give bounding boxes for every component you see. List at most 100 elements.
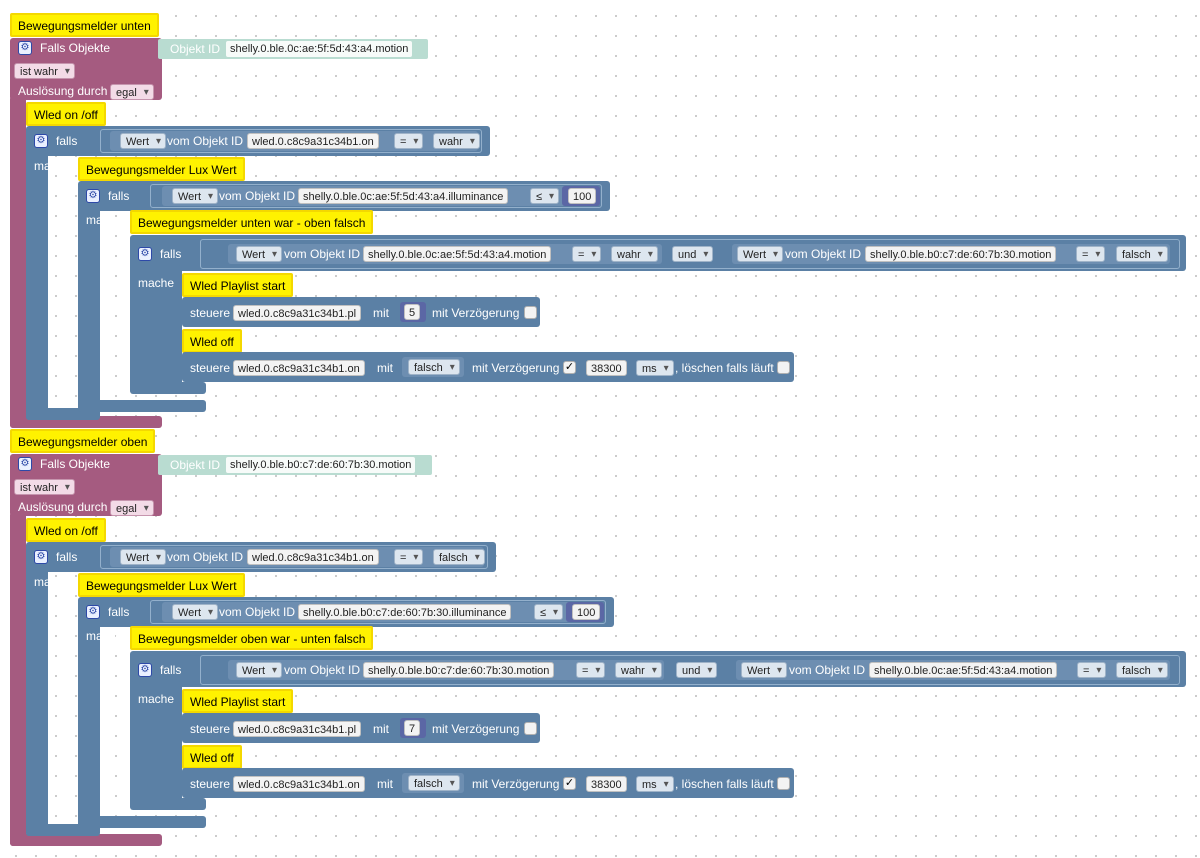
gear-icon[interactable]: ⚙: [86, 189, 100, 203]
vom-objekt-label: vom Objekt ID: [219, 189, 296, 203]
unit-dropdown[interactable]: ms: [636, 360, 674, 377]
falls-label: falls: [108, 605, 130, 619]
object-field[interactable]: shelly.0.ble.b0:c7:de:60:7b:30.motion: [865, 246, 1057, 262]
if-footer-2: [78, 816, 206, 828]
comment[interactable]: Wled on /off: [26, 518, 106, 542]
number-block[interactable]: 5: [400, 302, 426, 322]
object-id-block[interactable]: Objekt ID shelly.0.ble.0c:ae:5f:5d:43:a4…: [158, 39, 428, 59]
comment[interactable]: Bewegungsmelder oben: [10, 429, 156, 453]
gear-icon[interactable]: ⚙: [34, 550, 48, 564]
operator-dropdown[interactable]: =: [1076, 246, 1106, 263]
object-field[interactable]: wled.0.c8c9a31c34b1.pl: [233, 721, 362, 737]
comment[interactable]: Bewegungsmelder unten: [10, 13, 159, 37]
object-field[interactable]: shelly.0.ble.b0:c7:de:60:7b:30.motion: [363, 662, 555, 678]
delay-field[interactable]: 38300: [586, 360, 627, 376]
object-id-value[interactable]: shelly.0.ble.b0:c7:de:60:7b:30.motion: [226, 457, 416, 473]
object-field[interactable]: shelly.0.ble.0c:ae:5f:5d:43:a4.motion: [869, 662, 1058, 678]
vom-objekt-label: vom Objekt ID: [789, 663, 866, 677]
condition-dropdown[interactable]: ist wahr: [14, 479, 75, 496]
ausloesung-label: Auslösung durch: [18, 84, 108, 98]
value-dropdown[interactable]: Wert: [737, 246, 784, 263]
falls-label: falls: [108, 189, 130, 203]
delay-field[interactable]: 38300: [586, 776, 627, 792]
value-dropdown[interactable]: Wert: [120, 549, 167, 566]
object-field[interactable]: wled.0.c8c9a31c34b1.on: [233, 776, 365, 792]
mache-label: mache: [34, 575, 71, 589]
operator-dropdown[interactable]: =: [394, 133, 424, 150]
value-dropdown[interactable]: Wert: [172, 604, 219, 621]
condition-dropdown[interactable]: ist wahr: [14, 63, 75, 80]
object-id-block[interactable]: Objekt ID shelly.0.ble.b0:c7:de:60:7b:30…: [158, 455, 432, 475]
number-block[interactable]: 100: [566, 602, 604, 622]
logic-dropdown[interactable]: und: [672, 246, 714, 263]
compare-dropdown[interactable]: falsch: [1116, 662, 1168, 679]
comment[interactable]: Wled on /off: [26, 102, 106, 126]
object-field[interactable]: wled.0.c8c9a31c34b1.pl: [233, 305, 362, 321]
number-field[interactable]: 7: [404, 720, 421, 736]
object-id-value[interactable]: shelly.0.ble.0c:ae:5f:5d:43:a4.motion: [226, 41, 413, 57]
falls-objekte-label: Falls Objekte: [40, 41, 111, 55]
number-field[interactable]: 5: [404, 304, 421, 320]
trigger-by-dropdown[interactable]: egal: [110, 84, 154, 101]
delay-checkbox[interactable]: [524, 722, 537, 735]
trigger-by-dropdown[interactable]: egal: [110, 500, 154, 517]
comment[interactable]: Bewegungsmelder Lux Wert: [78, 157, 245, 181]
mit-label: mit: [377, 777, 393, 791]
comment[interactable]: Wled Playlist start: [182, 273, 294, 297]
value-dropdown[interactable]: Wert: [120, 133, 167, 150]
clear-checkbox[interactable]: [777, 361, 790, 374]
gear-icon[interactable]: ⚙: [86, 605, 100, 619]
unit-dropdown[interactable]: ms: [636, 776, 674, 793]
operator-dropdown[interactable]: =: [394, 549, 424, 566]
object-field[interactable]: shelly.0.ble.0c:ae:5f:5d:43:a4.motion: [363, 246, 552, 262]
value-dropdown[interactable]: falsch: [408, 775, 460, 792]
value-dropdown[interactable]: Wert: [741, 662, 788, 679]
logic-dropdown[interactable]: und: [676, 662, 718, 679]
gear-icon[interactable]: ⚙: [18, 457, 32, 471]
object-field[interactable]: shelly.0.ble.b0:c7:de:60:7b:30.illuminan…: [298, 604, 512, 620]
object-field[interactable]: wled.0.c8c9a31c34b1.on: [247, 549, 379, 565]
ausloesung-label: Auslösung durch: [18, 500, 108, 514]
comment[interactable]: Wled off: [182, 745, 242, 769]
object-field[interactable]: shelly.0.ble.0c:ae:5f:5d:43:a4.illuminan…: [298, 188, 509, 204]
value-dropdown[interactable]: falsch: [408, 359, 460, 376]
checkmark-icon[interactable]: ✓: [563, 361, 576, 374]
comment[interactable]: Wled Playlist start: [182, 689, 294, 713]
operator-dropdown[interactable]: =: [576, 662, 606, 679]
compare-dropdown[interactable]: falsch: [1116, 246, 1168, 263]
if-footer-2: [78, 400, 206, 412]
compare-dropdown[interactable]: wahr: [615, 662, 662, 679]
comment[interactable]: Bewegungsmelder unten war - oben falsch: [130, 210, 374, 234]
object-field[interactable]: wled.0.c8c9a31c34b1.on: [233, 360, 365, 376]
compare-dropdown[interactable]: wahr: [611, 246, 658, 263]
falls-label: falls: [160, 247, 182, 261]
operator-dropdown[interactable]: =: [1077, 662, 1107, 679]
number-field[interactable]: 100: [568, 188, 597, 204]
value-dropdown[interactable]: Wert: [236, 246, 283, 263]
object-field[interactable]: wled.0.c8c9a31c34b1.on: [247, 133, 379, 149]
comment[interactable]: Wled off: [182, 329, 242, 353]
gear-icon[interactable]: ⚙: [18, 41, 32, 55]
clear-checkbox[interactable]: [777, 777, 790, 790]
compare-dropdown[interactable]: wahr: [433, 133, 480, 150]
gear-icon[interactable]: ⚙: [138, 663, 152, 677]
value-dropdown[interactable]: Wert: [236, 662, 283, 679]
number-field[interactable]: 100: [572, 604, 601, 620]
operator-dropdown[interactable]: ≤: [534, 604, 564, 621]
if-spine-2: [78, 621, 100, 828]
gear-icon[interactable]: ⚙: [34, 134, 48, 148]
operator-dropdown[interactable]: =: [572, 246, 602, 263]
comment[interactable]: Bewegungsmelder Lux Wert: [78, 573, 245, 597]
steuere-label: steuere: [190, 722, 231, 736]
compare-dropdown[interactable]: falsch: [433, 549, 485, 566]
gear-icon[interactable]: ⚙: [138, 247, 152, 261]
number-block[interactable]: 7: [400, 718, 426, 738]
mit-label: mit: [373, 306, 389, 320]
delay-checkbox[interactable]: [524, 306, 537, 319]
comment[interactable]: Bewegungsmelder oben war - unten falsch: [130, 626, 374, 650]
number-block[interactable]: 100: [562, 186, 600, 206]
mache-label: mache: [34, 159, 71, 173]
operator-dropdown[interactable]: ≤: [530, 188, 560, 205]
value-dropdown[interactable]: Wert: [172, 188, 219, 205]
checkmark-icon[interactable]: ✓: [563, 777, 576, 790]
